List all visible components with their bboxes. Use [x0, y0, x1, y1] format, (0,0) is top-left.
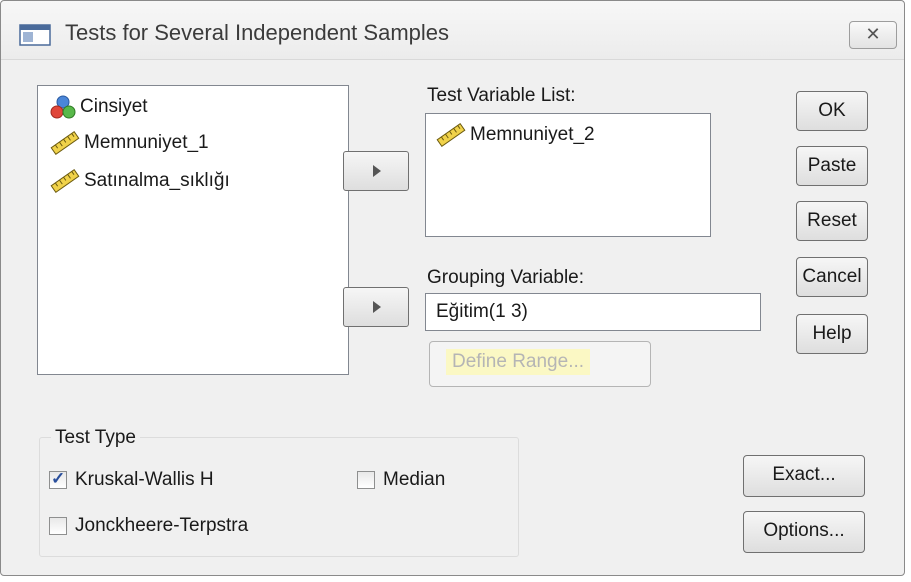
list-item[interactable]: Cinsiyet — [50, 92, 148, 122]
median-checkbox[interactable]: Median — [357, 469, 445, 491]
grouping-variable-label: Grouping Variable: — [427, 267, 585, 288]
close-icon: ✕ — [865, 24, 881, 44]
window-title: Tests for Several Independent Samples — [65, 20, 450, 45]
checkmark-icon: ✓ — [51, 469, 66, 488]
test-type-legend: Test Type — [51, 427, 140, 449]
dialog-window: Tests for Several Independent Samples ✕ … — [0, 0, 905, 576]
list-item[interactable]: Memnuniyet_1 — [50, 128, 209, 158]
right-arrow-icon — [373, 165, 381, 177]
test-type-group — [39, 437, 519, 557]
scale-variable-icon — [436, 122, 466, 148]
checkbox-box[interactable]: ✓ — [49, 469, 67, 489]
checkbox-box[interactable] — [49, 517, 67, 535]
reset-button[interactable]: Reset — [796, 201, 868, 241]
ok-button[interactable]: OK — [796, 91, 868, 131]
right-arrow-icon — [373, 301, 381, 313]
scale-variable-icon — [50, 130, 80, 156]
source-variable-list[interactable]: Cinsiyet Memnuniyet_1 Satınalma_sıklığı — [37, 85, 349, 375]
nominal-variable-icon — [50, 95, 76, 119]
list-item[interactable]: Memnuniyet_2 — [436, 120, 595, 150]
list-item-label: Cinsiyet — [80, 96, 148, 117]
exact-button[interactable]: Exact... — [743, 455, 865, 497]
test-variable-list-label: Test Variable List: — [427, 85, 576, 106]
app-window-icon — [19, 24, 51, 46]
list-item-label: Satınalma_sıklığı — [84, 170, 230, 191]
jonckheere-terpstra-checkbox[interactable]: Jonckheere-Terpstra — [49, 515, 248, 537]
checkbox-box[interactable] — [357, 471, 375, 489]
help-button[interactable]: Help — [796, 314, 868, 354]
jonckheere-terpstra-label: Jonckheere-Terpstra — [75, 515, 249, 536]
define-range-label: Define Range... — [446, 349, 591, 375]
title-bar[interactable]: Tests for Several Independent Samples ✕ — [1, 1, 904, 60]
move-to-test-list-button[interactable] — [343, 151, 409, 191]
list-item[interactable]: Satınalma_sıklığı — [50, 166, 230, 196]
options-button[interactable]: Options... — [743, 511, 865, 553]
cancel-button[interactable]: Cancel — [796, 257, 868, 297]
define-range-button[interactable]: Define Range... — [429, 341, 651, 387]
list-item-label: Memnuniyet_2 — [470, 124, 595, 145]
list-item-label: Memnuniyet_1 — [84, 132, 209, 153]
move-to-grouping-button[interactable] — [343, 287, 409, 327]
scale-variable-icon — [50, 168, 80, 194]
test-variable-list[interactable]: Memnuniyet_2 — [425, 113, 711, 237]
close-button[interactable]: ✕ — [849, 21, 897, 49]
kruskal-wallis-label: Kruskal-Wallis H — [75, 469, 214, 490]
paste-button[interactable]: Paste — [796, 146, 868, 186]
median-label: Median — [383, 469, 446, 490]
kruskal-wallis-checkbox[interactable]: ✓ Kruskal-Wallis H — [49, 469, 214, 491]
grouping-variable-field[interactable]: Eğitim(1 3) — [425, 293, 761, 331]
